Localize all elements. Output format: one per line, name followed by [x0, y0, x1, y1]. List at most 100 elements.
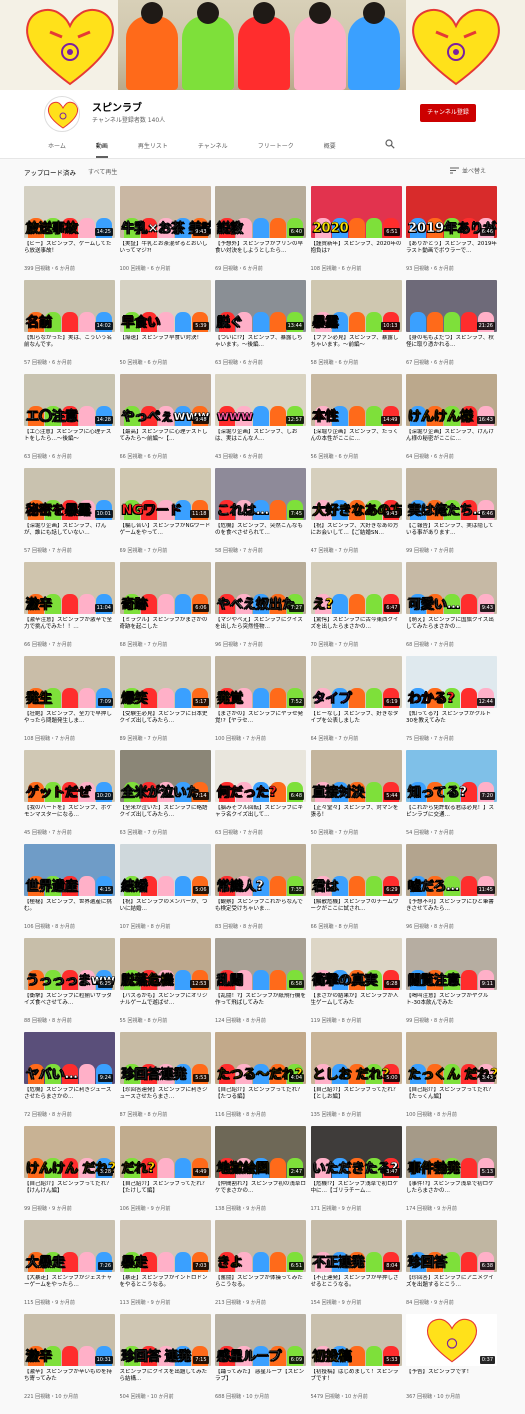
video-card[interactable]: 暴走 7:03 【暴走】スピンラブがイントロドンをやるとこうなる。 113 回視聴・9…	[119, 1220, 211, 1313]
video-title[interactable]: 【謹賀新年】スピンラブ、2020年の抱負は?	[311, 241, 402, 262]
video-title[interactable]: 【脳みそフル回転】スピンラブにキャラ名クイズ出して…	[215, 805, 306, 826]
video-thumbnail[interactable]: 珍回答連発 5:53	[119, 1032, 211, 1084]
video-thumbnail[interactable]: 激辛 11:04	[24, 562, 115, 614]
video-thumbnail[interactable]: 世界遺産 4:15	[24, 844, 115, 896]
video-thumbnail[interactable]: たつる〜だれ? 4:04	[215, 1032, 306, 1084]
video-title[interactable]: 【深堀り企画】スピンラブ、けんが、誰にも話していない…	[24, 523, 115, 544]
video-thumbnail[interactable]: 脱ぐ 13:44	[215, 280, 306, 332]
video-thumbnail[interactable]: これは… 7:45	[215, 468, 306, 520]
video-thumbnail[interactable]: 可愛い… 9:43	[406, 562, 497, 614]
video-title[interactable]: 【騙し合い】スピンラブがNGワードゲームをやって…	[120, 523, 211, 544]
video-card[interactable]: 発生 7:09 【壮絶】スピンラブ、全力で早押しやったら問題発生しま… 108 回視聴…	[24, 656, 115, 749]
video-title[interactable]: 【予告】スピンラブです！	[406, 1369, 497, 1390]
video-thumbnail[interactable]: 初投稿 5:33	[310, 1314, 402, 1366]
video-title[interactable]: 【壮絶】スピンラブ、全力で早押しやったら問題発生しま…	[24, 711, 115, 732]
video-title[interactable]: 【ビーなし】スピンラブ、好きなタイプを公表しました	[311, 711, 402, 732]
video-thumbnail[interactable]: 嘘だろ… 11:45	[406, 844, 497, 896]
video-thumbnail[interactable]: 閲覧注意 9:11	[406, 938, 497, 990]
video-card[interactable]: 名前 14:02 【知らなかった】実は、こういう名前なんです。 57 回視聴・6 か月…	[24, 280, 115, 373]
video-title[interactable]: 【自己紹介】スピンラブってだれ？【たつる編】	[215, 1087, 306, 1108]
video-card[interactable]: 激辛 10:31 【激辛】スピンラブが辛いものを持ち寄ってみた 221 回視聴・10 …	[24, 1314, 115, 1407]
video-title[interactable]: 【祝】スピンラブ、大好きなあの方にお会いして…【ご結婚SN…	[311, 523, 402, 544]
video-thumbnail[interactable]: としお だれ? 5:00	[310, 1032, 402, 1084]
video-title[interactable]: 【危機!?】スピンラブ浅草で初ロケ中に…【ゴリラチーム…	[311, 1181, 402, 1202]
video-thumbnail[interactable]: 大暴走 7:26	[24, 1220, 115, 1272]
video-card[interactable]: www 12:57 【深堀り企画】スピンラブ、しおは、実はこんな人… 43 回視聴・6…	[215, 374, 306, 467]
video-card[interactable]: 発覚 7:52 【まさかの】スピンラブにヤラセ発覚!?【ヤラセ… 100 回視聴・7 …	[215, 656, 306, 749]
video-thumbnail[interactable]: 爆笑 5:17	[119, 656, 211, 708]
video-thumbnail[interactable]: やべえ奴出た 7:27	[215, 562, 306, 614]
video-card[interactable]: 珍回答連発 5:53 【珍回答連発】スピンラブに利きジュースさせたらまさ… 87 回視…	[119, 1032, 211, 1125]
video-card[interactable]: これは… 7:45 【危機】スピンラブ、突然こんなものを食べさせられて… 58 回視聴…	[215, 468, 306, 561]
video-title[interactable]: 【仲間割れ?】スピンラブ初の浅草ロケでまさかの…	[215, 1181, 306, 1202]
video-thumbnail[interactable]: 発覚 7:52	[215, 656, 306, 708]
video-title[interactable]: 【自己紹介】スピンラブってだれ？【たけして編】	[120, 1181, 211, 1202]
sort-button[interactable]: 並べ替え	[462, 166, 486, 175]
video-thumbnail[interactable]: エ〇注意 14:28	[24, 374, 115, 426]
video-card[interactable]: 全米が泣いた 7:14 【全米が泣いた】スピンラブに略語クイズ出してみたら… 63 回…	[119, 750, 211, 843]
video-title[interactable]: 【萌え】スピンラブに国旗クイズ出してみたらまさかの…	[406, 617, 497, 638]
video-title[interactable]: 【爆速】スピンラブ早食い対決！	[120, 335, 211, 356]
video-title[interactable]: 【自己紹介】スピンラブってだれ？【けんけん編】	[24, 1181, 115, 1202]
tab-channels[interactable]: チャンネル	[198, 136, 228, 158]
video-card[interactable]: 事件勃発 5:13 【事件!?】スピンラブ浅草で初ロケしたらまさかの… 174 回視聴…	[406, 1126, 497, 1219]
video-card[interactable]: 知ってる? 7:20 【これから免許取る君は必見！】スピンラブに交通… 54 回視聴・…	[406, 750, 497, 843]
video-thumbnail[interactable]: 秘密を暴露 10:01	[24, 468, 115, 520]
video-thumbnail[interactable]: けんけん様 16:43	[406, 374, 497, 426]
video-card[interactable]: 21:26 【身の毛もよだつ】スピンラブ、秋怪に取り憑かれる… 67 回視聴・6 か…	[406, 280, 497, 373]
video-thumbnail[interactable]: え? 6:47	[310, 562, 402, 614]
video-thumbnail[interactable]: 実は俺たち… 6:46	[406, 468, 497, 520]
video-card[interactable]: 奇跡 6:06 【ミラクル】スピンラブがまさかの奇跡を起こした 68 回視聴・7 か月…	[119, 562, 211, 655]
video-title[interactable]: 【奮闘】スピンラブが体操ってみたらこうなる。	[215, 1275, 306, 1296]
video-thumbnail[interactable]: www 12:57	[215, 374, 306, 426]
video-title[interactable]: 【珍回答】スピンラブにアニメクイズを出題するとこう…	[406, 1275, 497, 1296]
video-title[interactable]: 【自己紹介】スピンラブってだれ？【としお編】	[311, 1087, 402, 1108]
video-thumbnail[interactable]: わかる? 12:44	[406, 656, 497, 708]
tab-playlists[interactable]: 再生リスト	[138, 136, 168, 158]
video-title[interactable]: 【知らなかった】実は、こういう名前なんです。	[24, 335, 115, 356]
video-title[interactable]: 【深堀り企画】スピンラブ、けんけん様の秘密がここに…	[406, 429, 497, 450]
video-title[interactable]: 【衝撃】スピンラブに粒揃いサラダイズ食べさせてみ…	[24, 993, 115, 1014]
video-thumbnail[interactable]: NGワード 11:18	[119, 468, 211, 520]
video-card[interactable]: 激辛 11:04 【激辛注意】スピンラブが激辛で全力で挑んでみた！！… 66 回視聴・…	[24, 562, 115, 655]
video-card[interactable]: 2020 6:51 【謹賀新年】スピンラブ、2020年の抱負は? 108 回視聴・6 …	[310, 186, 402, 279]
video-card[interactable]: としお だれ? 5:00 【自己紹介】スピンラブってだれ？【としお編】 135 回視聴…	[310, 1032, 402, 1125]
video-card[interactable]: 不正連発 8:04 【不正連発】スピンラブが早押しさせるとこうなる。 154 回視聴・…	[310, 1220, 402, 1313]
tab-free-talk[interactable]: フリートーク	[258, 136, 294, 158]
video-card[interactable]: え? 6:47 【驚愕】スピンラブに古今東西クイズを出したらまさかの… 70 回視聴・…	[310, 562, 402, 655]
video-thumbnail[interactable]: 何だった? 6:48	[215, 750, 306, 802]
video-card[interactable]: 脱落危機 12:53 【バズるかも】スピンラブにオリジナルゲームで遊ばせ… 55 回視…	[119, 938, 211, 1031]
video-card[interactable]: 常識人? 7:35 【観察】スピンラブこれからなんでも検定受けちゃいま… 83 回視聴…	[215, 844, 306, 937]
video-title[interactable]: 【激辛注意】スピンラブが激辛で全力で挑んでみた！！…	[24, 617, 115, 638]
video-thumbnail[interactable]: ヤバい… 9:24	[24, 1032, 115, 1084]
video-card[interactable]: エ〇注意 14:28 【エ○注意】スピンラブに心理テストをしたら…〜後編〜 63 回視…	[24, 374, 115, 467]
video-title[interactable]: 【不正連発】スピンラブが早押しさせるとこうなる。	[311, 1275, 402, 1296]
subscribe-button[interactable]: チャンネル登録	[420, 104, 476, 122]
video-thumbnail[interactable]: 全米が泣いた 7:14	[119, 750, 211, 802]
video-thumbnail[interactable]: だれ? 4:49	[119, 1126, 211, 1178]
video-title[interactable]: 【我のハートを】スピンラブ、ポケモンマスターになる…	[24, 805, 115, 826]
video-title[interactable]: 【初投稿】はじめまして！スピンラブです！	[311, 1369, 402, 1390]
video-card[interactable]: 早食い 5:39 【爆速】スピンラブ早食い対決！ 50 回視聴・6 か月前	[119, 280, 211, 373]
video-title[interactable]: 【ビー】スピンラブ、ゲームしてたら放送事故！	[24, 241, 115, 262]
video-thumbnail[interactable]: 脱落危機 12:53	[119, 938, 211, 990]
video-title[interactable]: 【身の毛もよだつ】スピンラブ、秋怪に取り憑かれる…	[406, 335, 497, 356]
video-card[interactable]: いただきたる? 3:47 【危機!?】スピンラブ浅草で初ロケ中に…【ゴリラチーム… 1…	[310, 1126, 402, 1219]
video-thumbnail[interactable]: たっくん だれ? 3:43	[406, 1032, 497, 1084]
video-title[interactable]: 【暴走】スピンラブがイントロドンをやるとこうなる。	[120, 1275, 211, 1296]
video-title[interactable]: 【まさかの結果が】スピンラブが人生ゲームしてみた	[311, 993, 402, 1014]
video-thumbnail[interactable]: 説教 6:40	[215, 186, 306, 238]
video-title[interactable]: 【エ○注意】スピンラブに心理テストをしたら…〜後編〜	[24, 429, 115, 450]
video-card[interactable]: やっぺぇwww 9:48 【最高】スピンラブに心理テストしてみたら〜前編〜【… 66 …	[119, 374, 211, 467]
video-card[interactable]: 大好きなあの方 9:43 【祝】スピンラブ、大好きなあの方にお会いして…【ご結婚SN…	[310, 468, 402, 561]
video-thumbnail[interactable]: 放送事故 14:25	[24, 186, 115, 238]
video-card[interactable]: 閲覧注意 9:11 【喝叫注意】スピンラブがヤクルト-30本飲んでみた 99 回視聴・…	[406, 938, 497, 1031]
video-thumbnail[interactable]: 2020 6:51	[310, 186, 402, 238]
video-title[interactable]: 【実証】牛乳とお茶混ぜるとおいしいってマジ?!	[120, 241, 211, 262]
video-card[interactable]: 初投稿 5:33 【初投稿】はじめまして！スピンラブです！ 5479 回視聴・10 か…	[310, 1314, 402, 1407]
video-title[interactable]: 【自己紹介】スピンラブってだれ？【たっくん編】	[406, 1087, 497, 1108]
video-title[interactable]: 【極秘】スピンラブ、世界遺産に挑む。	[24, 899, 115, 920]
video-thumbnail[interactable]: 珍回答 連発 7:15	[119, 1314, 211, 1366]
video-title[interactable]: 【大暴走】スピンラブがジェスチャーゲームをやったら…	[24, 1275, 115, 1296]
video-title[interactable]: 【喝叫注意】スピンラブがヤクルト-30本飲んでみた	[406, 993, 497, 1014]
